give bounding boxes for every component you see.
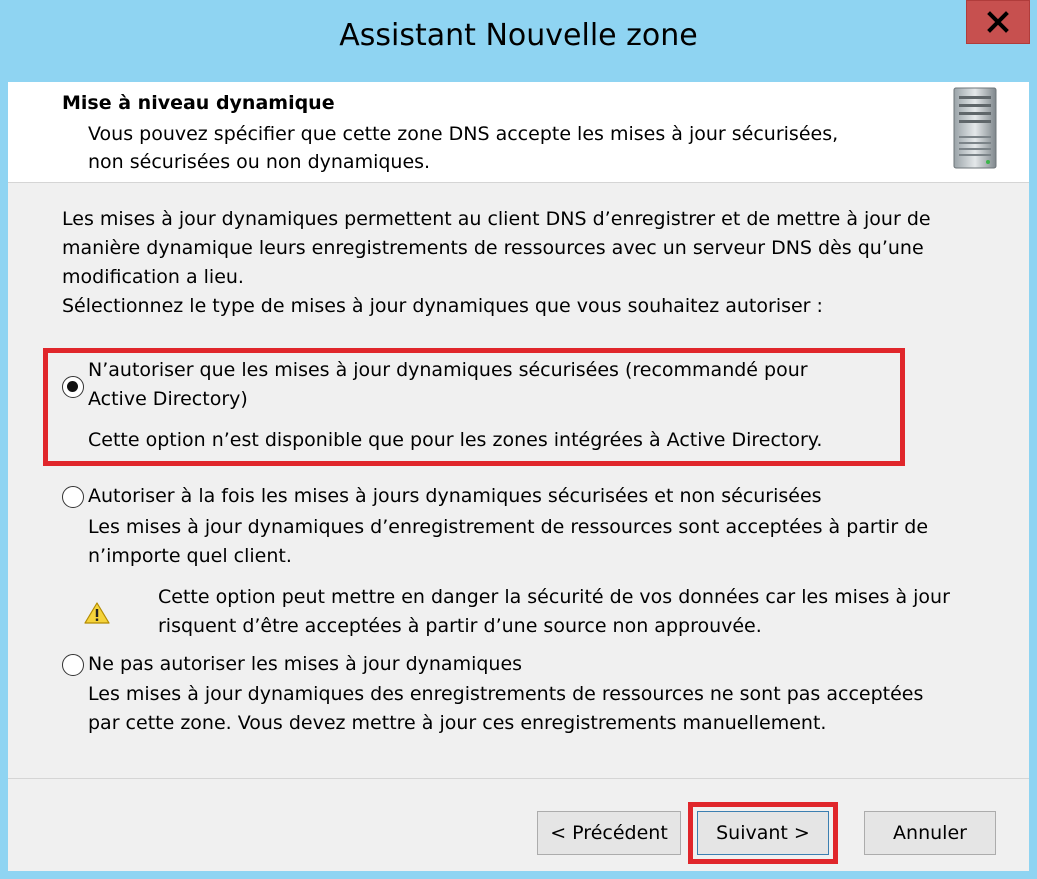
option-no-dynamic-updates-description-line-1: Les mises à jour dynamiques des enregist… xyxy=(88,683,924,705)
option-no-dynamic-updates-description-line-2: par cette zone. Vous devez mettre à jour… xyxy=(88,712,827,734)
close-icon xyxy=(987,11,1009,33)
wizard-header: Mise à niveau dynamique Vous pouvez spéc… xyxy=(8,82,1029,183)
window-title: Assistant Nouvelle zone xyxy=(339,18,698,53)
warning-text-line-1: Cette option peut mettre en danger la sé… xyxy=(158,586,950,608)
footer-divider xyxy=(8,778,1029,779)
radio-no-dynamic-updates[interactable] xyxy=(62,654,84,676)
cancel-button[interactable]: Annuler xyxy=(864,811,996,855)
title-bar: Assistant Nouvelle zone xyxy=(0,0,1037,82)
intro-prompt: Sélectionnez le type de mises à jour dyn… xyxy=(62,295,823,317)
warning-text: Cette option peut mettre en danger la sé… xyxy=(158,583,1018,641)
previous-button[interactable]: < Précédent xyxy=(537,811,681,855)
radio-secure-and-nonsecure[interactable] xyxy=(62,486,84,508)
option-secure-and-nonsecure-label[interactable]: Autoriser à la fois les mises à jours dy… xyxy=(88,482,988,511)
radio-secure-only[interactable] xyxy=(62,376,84,398)
page-description-line-1: Vous pouvez spécifier que cette zone DNS… xyxy=(88,123,839,145)
option-secure-and-nonsecure-description-line-1: Les mises à jour dynamiques d’enregistre… xyxy=(88,516,929,538)
option-secure-only-label-line-2: Active Directory) xyxy=(88,388,248,410)
warning-icon xyxy=(84,602,110,624)
page-title: Mise à niveau dynamique xyxy=(62,92,335,114)
option-secure-only-description: Cette option n’est disponible que pour l… xyxy=(88,429,823,451)
next-button[interactable]: Suivant > xyxy=(697,811,829,855)
option-secure-and-nonsecure-description: Les mises à jour dynamiques d’enregistre… xyxy=(88,513,1008,571)
option-secure-and-nonsecure-description-line-2: n’importe quel client. xyxy=(88,545,292,567)
warning-text-line-2: risquent d’être acceptées à partir d’une… xyxy=(158,615,762,637)
wizard-content: Les mises à jour dynamiques permettent a… xyxy=(8,183,1029,777)
server-icon xyxy=(953,87,997,169)
option-secure-only-label-line-1: N’autoriser que les mises à jour dynamiq… xyxy=(88,359,808,381)
option-no-dynamic-updates-label[interactable]: Ne pas autoriser les mises à jour dynami… xyxy=(88,650,988,679)
close-button[interactable] xyxy=(966,0,1030,44)
page-description-line-2: non sécurisées ou non dynamiques. xyxy=(88,151,431,173)
option-secure-only-label[interactable]: N’autoriser que les mises à jour dynamiq… xyxy=(88,356,888,414)
intro-text: Les mises à jour dynamiques permettent a… xyxy=(62,205,1002,321)
page-description: Vous pouvez spécifier que cette zone DNS… xyxy=(88,120,908,176)
option-no-dynamic-updates-description: Les mises à jour dynamiques des enregist… xyxy=(88,680,1008,738)
intro-paragraph: Les mises à jour dynamiques permettent a… xyxy=(62,208,931,288)
